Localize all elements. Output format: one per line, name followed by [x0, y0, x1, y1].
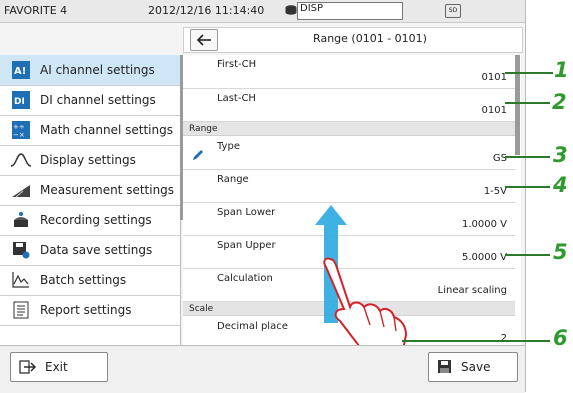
sidebar: A! AI channel settings DI DI channel set… — [0, 55, 181, 345]
first-ch-value: 0101 — [481, 72, 507, 83]
range-value: 1-5V — [483, 186, 507, 197]
calculation-value: Linear scaling — [437, 285, 507, 296]
svg-text:DI: DI — [14, 97, 25, 107]
callout-1: 1 — [554, 58, 569, 82]
span-lower-value: 1.0000 V — [461, 219, 507, 230]
callout-line-2 — [505, 102, 550, 104]
sidebar-item-label: AI channel settings — [40, 63, 155, 77]
svg-text:+÷: +÷ — [13, 123, 25, 131]
sidebar-item-batch[interactable]: Batch settings — [0, 265, 180, 296]
callout-line-6 — [402, 340, 550, 342]
sidebar-item-label: Data save settings — [40, 243, 153, 257]
callout-line-3 — [505, 156, 550, 158]
page-title: Range (0101 - 0101) — [313, 32, 427, 45]
batch-icon — [10, 269, 32, 291]
sidebar-item-label: DI channel settings — [40, 93, 156, 107]
sidebar-item-math-channel[interactable]: +÷ −× Math channel settings — [0, 115, 180, 146]
range-row[interactable]: Range 1-5V — [183, 170, 515, 203]
math-channel-icon: +÷ −× — [10, 119, 32, 141]
type-row[interactable]: Type GS — [183, 137, 515, 170]
first-ch-label: First-CH — [217, 59, 257, 70]
callout-line-5 — [505, 254, 550, 256]
sidebar-item-report[interactable]: Report settings — [0, 295, 180, 326]
sd-card-icon: SD — [445, 4, 461, 18]
callout-2: 2 — [552, 90, 567, 114]
datetime: 2012/12/16 11:14:40 — [148, 4, 265, 17]
sidebar-item-data-save[interactable]: Data save settings — [0, 235, 180, 266]
sidebar-item-label: Measurement settings — [40, 183, 175, 197]
sidebar-item-recording[interactable]: Recording settings — [0, 205, 180, 236]
svg-text:A!: A! — [14, 66, 26, 77]
measurement-icon — [10, 179, 32, 201]
sidebar-item-label: Report settings — [40, 303, 132, 317]
content-scrollbar[interactable] — [515, 55, 520, 155]
decimal-place-value: 2 — [500, 333, 507, 344]
favorite-name: FAVORITE 4 — [4, 4, 68, 17]
range-label: Range — [217, 174, 249, 185]
save-label: Save — [461, 360, 491, 374]
calculation-label: Calculation — [217, 273, 273, 284]
svg-text:−×: −× — [13, 131, 25, 139]
type-label: Type — [217, 141, 240, 152]
callout-5: 5 — [553, 240, 568, 264]
sidebar-item-label: Batch settings — [40, 273, 127, 287]
range-section-header: Range — [183, 122, 515, 136]
span-lower-label: Span Lower — [217, 207, 276, 218]
sidebar-item-ai-channel[interactable]: A! AI channel settings — [0, 55, 180, 86]
back-button[interactable] — [190, 29, 218, 51]
span-upper-label: Span Upper — [217, 240, 276, 251]
sidebar-item-label: Math channel settings — [40, 123, 173, 137]
callout-4: 4 — [553, 173, 568, 197]
data-save-icon — [10, 239, 32, 261]
sidebar-item-label: Display settings — [40, 153, 136, 167]
last-ch-value: 0101 — [481, 105, 507, 116]
callout-6: 6 — [553, 326, 568, 350]
span-upper-value: 5.0000 V — [461, 252, 507, 263]
exit-label: Exit — [45, 360, 68, 374]
report-icon — [10, 299, 32, 321]
callout-line-4 — [505, 186, 550, 188]
last-ch-row[interactable]: Last-CH 0101 — [183, 89, 515, 122]
save-icon — [438, 360, 451, 373]
ai-channel-icon: A! — [10, 59, 32, 81]
pencil-edit-icon — [193, 150, 203, 160]
first-ch-row[interactable]: First-CH 0101 — [183, 55, 515, 89]
last-ch-label: Last-CH — [217, 93, 256, 104]
disp-indicator: DISP — [297, 2, 403, 20]
disp-label: DISP — [300, 3, 324, 14]
back-arrow-icon — [196, 34, 211, 46]
callout-3: 3 — [553, 143, 568, 167]
exit-button[interactable]: Exit — [10, 352, 108, 382]
sidebar-item-label: Recording settings — [40, 213, 152, 227]
save-button[interactable]: Save — [428, 352, 518, 382]
type-value: GS — [492, 153, 507, 164]
display-wave-icon — [10, 149, 32, 171]
sidebar-item-measurement[interactable]: Measurement settings — [0, 175, 180, 206]
callout-line-1 — [505, 72, 553, 74]
exit-icon — [19, 360, 36, 374]
sidebar-item-display[interactable]: Display settings — [0, 145, 180, 176]
status-bar: FAVORITE 4 2012/12/16 11:14:40 DISP SD — [0, 0, 525, 23]
recording-icon — [10, 209, 32, 231]
database-icon — [285, 5, 297, 15]
di-channel-icon: DI — [10, 89, 32, 111]
decimal-place-label: Decimal place — [217, 321, 288, 332]
sidebar-item-di-channel[interactable]: DI DI channel settings — [0, 85, 180, 116]
